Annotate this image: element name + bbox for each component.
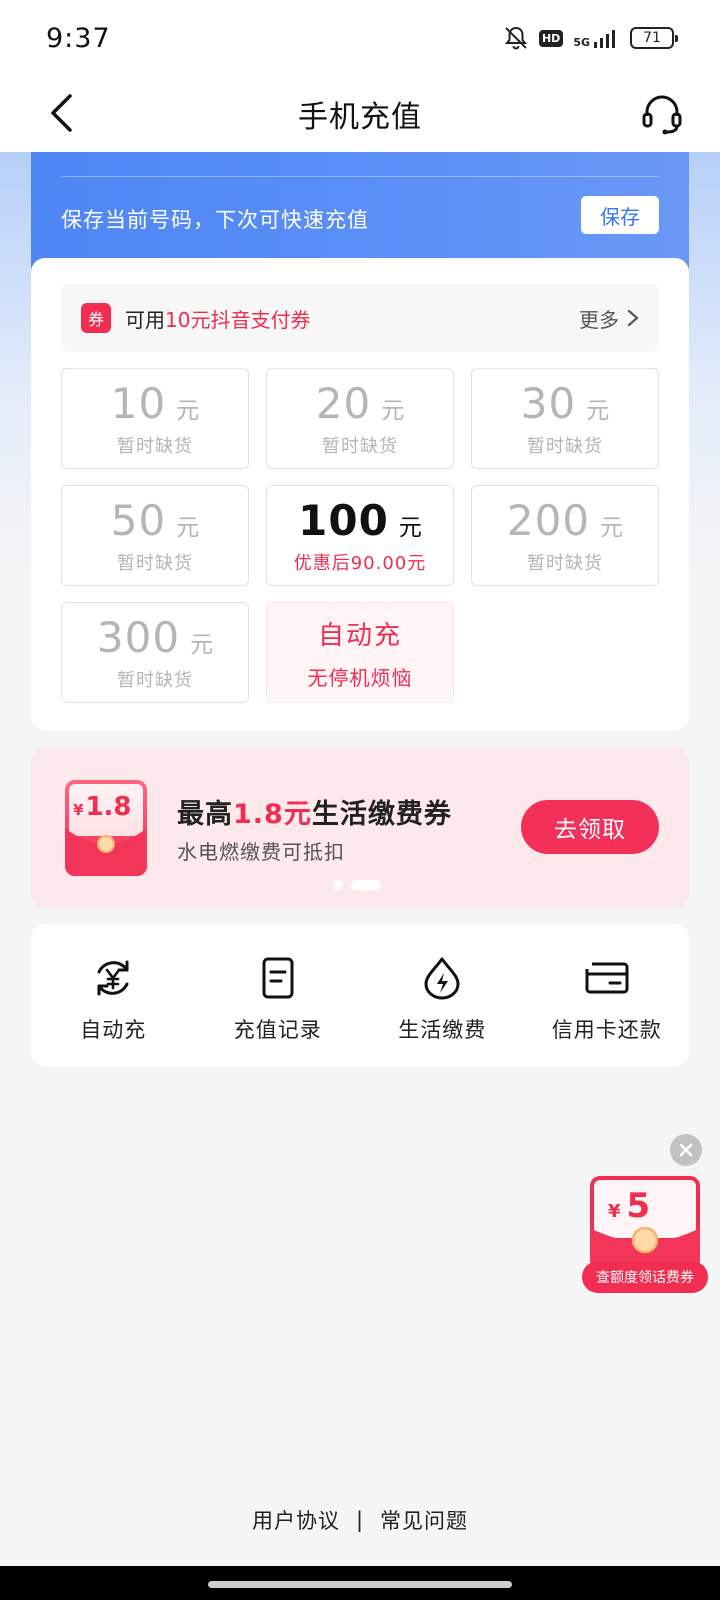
amount-unit: 元 (190, 632, 214, 658)
amount-unit: 元 (398, 515, 422, 541)
user-agreement-link[interactable]: 用户协议 (252, 1505, 340, 1535)
nav-bar: 手机充值 (0, 76, 720, 152)
bell-muted-icon (503, 25, 529, 51)
footer-separator: | (355, 1508, 365, 1532)
quick-action-label: 充值记录 (233, 1018, 322, 1042)
save-number-button[interactable]: 保存 (581, 196, 659, 234)
chevron-right-icon (627, 309, 639, 327)
amount-unit: 元 (586, 398, 610, 424)
amount-value: 200 (506, 496, 591, 545)
headset-icon (642, 95, 682, 135)
back-button[interactable] (36, 88, 86, 138)
amount-status: 暂时缺货 (527, 553, 603, 574)
footer-links: 用户协议 | 常见问题 (0, 1502, 720, 1538)
amount-status: 暂时缺货 (117, 553, 193, 574)
status-icons: HD 5G 71 (503, 25, 678, 51)
amount-unit: 元 (176, 398, 200, 424)
floating-coupon[interactable]: ¥5 查额度领话费券 (582, 1176, 708, 1296)
quick-action-auto-recharge[interactable]: 自动充 (31, 924, 196, 1066)
coupon-text: 可用10元抖音支付券 (125, 304, 310, 333)
quick-action-label: 信用卡还款 (551, 1018, 662, 1042)
home-gesture-bar[interactable] (208, 1581, 512, 1588)
coupon-more-link[interactable]: 更多 (579, 304, 639, 333)
coupon-highlight: 10元抖音支付券 (165, 307, 311, 332)
page-title: 手机充值 (298, 100, 422, 135)
amount-unit: 元 (381, 398, 405, 424)
amount-tile-100[interactable]: 100 元 优惠后90.00元 (266, 485, 454, 586)
faq-link[interactable]: 常见问题 (380, 1505, 468, 1535)
amount-status: 暂时缺货 (322, 436, 398, 457)
amount-unit: 元 (600, 515, 624, 541)
amount-status: 暂时缺货 (527, 436, 603, 457)
close-float-button[interactable] (670, 1134, 702, 1166)
envelope-value: 1.8 (85, 792, 132, 822)
network-label: 5G (573, 36, 590, 49)
coupon-more-label: 更多 (579, 307, 619, 332)
amount-status: 暂时缺货 (117, 436, 193, 457)
coupon-badge-icon: 券 (81, 303, 111, 333)
quick-action-label: 自动充 (80, 1018, 147, 1042)
quick-actions: 自动充 充值记录 生活缴费 信用卡还款 (31, 924, 689, 1066)
recharge-card: 券 可用10元抖音支付券 更多 10 元 暂时缺货 20 元 暂时缺货 30 元 暂时… (31, 258, 689, 730)
claim-button[interactable]: 去领取 (521, 800, 659, 854)
amount-value: 30 (520, 379, 577, 428)
float-coupon-label: 查额度领话费券 (582, 1261, 708, 1293)
promo-subtitle: 水电燃缴费可抵扣 (177, 840, 345, 864)
promo-banner[interactable]: ¥1.8 最高1.8元生活缴费券 水电燃缴费可抵扣 去领取 (31, 748, 689, 908)
envelope-currency: ¥ (73, 801, 84, 819)
document-icon (262, 957, 294, 999)
carousel-dot-active (351, 880, 381, 890)
carousel-dot (333, 880, 343, 890)
auto-recharge-title: 自动充 (317, 620, 402, 651)
carousel-indicator (333, 880, 381, 890)
quick-action-label: 生活缴费 (398, 1018, 487, 1042)
float-coupon-currency: ¥ (608, 1201, 621, 1222)
customer-service-button[interactable] (634, 86, 690, 142)
lightning-drop-icon (424, 957, 460, 1000)
amount-tile-200[interactable]: 200 元 暂时缺货 (471, 485, 659, 586)
amount-value: 20 (315, 379, 372, 428)
chevron-left-icon (51, 94, 72, 132)
red-envelope-icon: ¥1.8 (63, 778, 149, 878)
yen-cycle-icon (97, 960, 129, 996)
amount-tile-50[interactable]: 50 元 暂时缺货 (61, 485, 249, 586)
amount-tile-300[interactable]: 300 元 暂时缺货 (61, 602, 249, 703)
amount-value: 100 (298, 496, 389, 545)
promo-title-prefix: 最高 (177, 799, 233, 830)
amount-value: 300 (96, 613, 181, 662)
envelope-amount: ¥1.8 (73, 792, 132, 822)
amount-tile-10[interactable]: 10 元 暂时缺货 (61, 368, 249, 469)
save-number-hint: 保存当前号码，下次可快速充值 (61, 208, 369, 232)
amount-tile-30[interactable]: 30 元 暂时缺货 (471, 368, 659, 469)
amount-tile-20[interactable]: 20 元 暂时缺货 (266, 368, 454, 469)
promo-title-highlight: 1.8元 (233, 799, 312, 830)
auto-recharge-sub: 无停机烦恼 (307, 665, 413, 690)
float-coupon-amount: ¥5 (608, 1186, 650, 1226)
quick-action-credit-card[interactable]: 信用卡还款 (525, 924, 690, 1066)
amount-status: 暂时缺货 (117, 670, 193, 691)
float-coupon-value: 5 (626, 1186, 651, 1226)
coupon-row[interactable]: 券 可用10元抖音支付券 更多 (61, 284, 659, 352)
coupon-prefix: 可用 (125, 307, 165, 332)
status-time: 9:37 (46, 22, 111, 54)
auto-recharge-tile[interactable]: 自动充 无停机烦恼 (266, 602, 454, 703)
credit-card-icon (585, 962, 629, 994)
amount-unit: 元 (176, 515, 200, 541)
hd-icon: HD (538, 29, 564, 47)
promo-title: 最高1.8元生活缴费券 (177, 792, 452, 831)
status-bar: 9:37 HD 5G 71 (0, 0, 720, 76)
divider (61, 176, 659, 177)
amount-value: 10 (110, 379, 167, 428)
amount-value: 50 (110, 496, 167, 545)
signal-5g-icon: 5G (573, 28, 620, 48)
quick-action-recharge-history[interactable]: 充值记录 (196, 924, 361, 1066)
quick-action-utility-bills[interactable]: 生活缴费 (360, 924, 525, 1066)
close-icon (679, 1143, 693, 1157)
promo-title-suffix: 生活缴费券 (311, 799, 452, 830)
battery-icon: 71 (630, 27, 678, 49)
amount-discount-price: 优惠后90.00元 (293, 553, 427, 574)
